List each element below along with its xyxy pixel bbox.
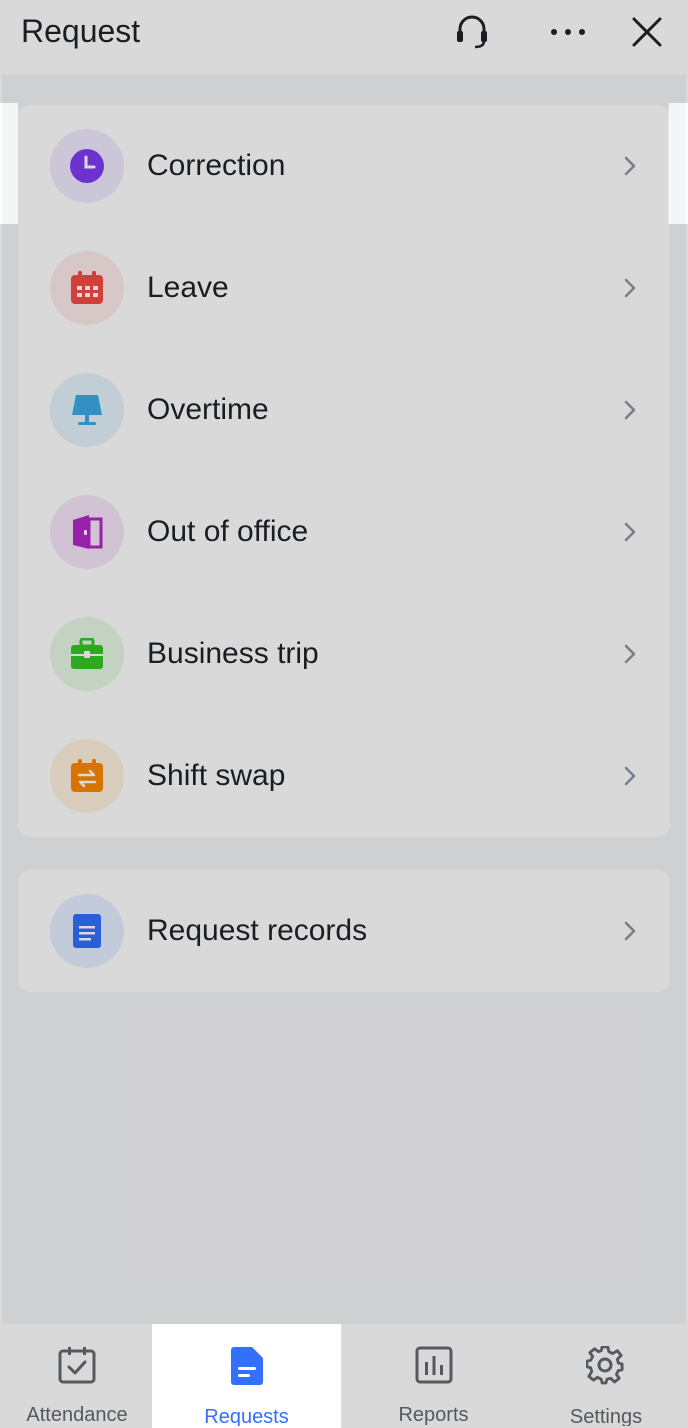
- request-item-correction[interactable]: Correction: [18, 105, 670, 227]
- headset-icon[interactable]: [450, 10, 494, 54]
- request-content: Correction Leave Overtime Out of office …: [2, 74, 686, 1324]
- request-types-card: Correction Leave Overtime Out of office …: [18, 105, 670, 837]
- clock-icon: [50, 129, 124, 203]
- bar-chart-icon: [414, 1346, 454, 1384]
- chevron-right-icon: [620, 153, 640, 179]
- door-icon: [50, 495, 124, 569]
- tab-label: Attendance: [26, 1404, 128, 1426]
- header: Request: [2, 2, 686, 74]
- tab-label: Reports: [398, 1404, 469, 1426]
- chevron-right-icon: [620, 763, 640, 789]
- tab-label: Requests: [204, 1406, 289, 1426]
- request-item-label: Request records: [147, 914, 368, 947]
- lamp-icon: [50, 373, 124, 447]
- swap-icon: [50, 739, 124, 813]
- request-item-leave[interactable]: Leave: [18, 227, 670, 349]
- tab-settings[interactable]: Settings: [526, 1324, 686, 1426]
- briefcase-icon: [50, 617, 124, 691]
- chevron-right-icon: [620, 397, 640, 423]
- request-item-label: Shift swap: [147, 759, 286, 792]
- tab-label: Settings: [569, 1406, 643, 1426]
- request-item-overtime[interactable]: Overtime: [18, 349, 670, 471]
- tab-attendance[interactable]: Attendance: [2, 1324, 152, 1426]
- page-title: Request: [21, 13, 141, 49]
- document-icon: [50, 894, 124, 968]
- request-item-label: Overtime: [147, 393, 269, 426]
- more-icon[interactable]: [546, 10, 590, 54]
- tab-reports[interactable]: Reports: [341, 1324, 526, 1426]
- chevron-right-icon: [620, 519, 640, 545]
- gear-icon: [586, 1346, 626, 1386]
- request-item-label: Business trip: [147, 637, 319, 670]
- calendar-icon: [50, 251, 124, 325]
- tab-requests[interactable]: Requests: [152, 1324, 341, 1426]
- request-item-out-of-office[interactable]: Out of office: [18, 471, 670, 593]
- request-item-label: Leave: [147, 271, 229, 304]
- request-records-card: Request records: [18, 870, 670, 992]
- request-item-shift-swap[interactable]: Shift swap: [18, 715, 670, 837]
- request-item-label: Correction: [147, 149, 286, 182]
- chevron-right-icon: [620, 275, 640, 301]
- close-icon[interactable]: [625, 10, 669, 54]
- request-item-label: Out of office: [147, 515, 309, 548]
- calendar-check-icon: [57, 1346, 97, 1384]
- document-icon: [227, 1346, 267, 1386]
- chevron-right-icon: [620, 641, 640, 667]
- chevron-right-icon: [620, 918, 640, 944]
- request-records-item[interactable]: Request records: [18, 870, 670, 992]
- app-frame: Request Correction Leave Overtime Out of…: [2, 2, 686, 1426]
- bottom-tab-bar: Attendance Requests Reports Settings: [2, 1324, 686, 1426]
- request-item-business-trip[interactable]: Business trip: [18, 593, 670, 715]
